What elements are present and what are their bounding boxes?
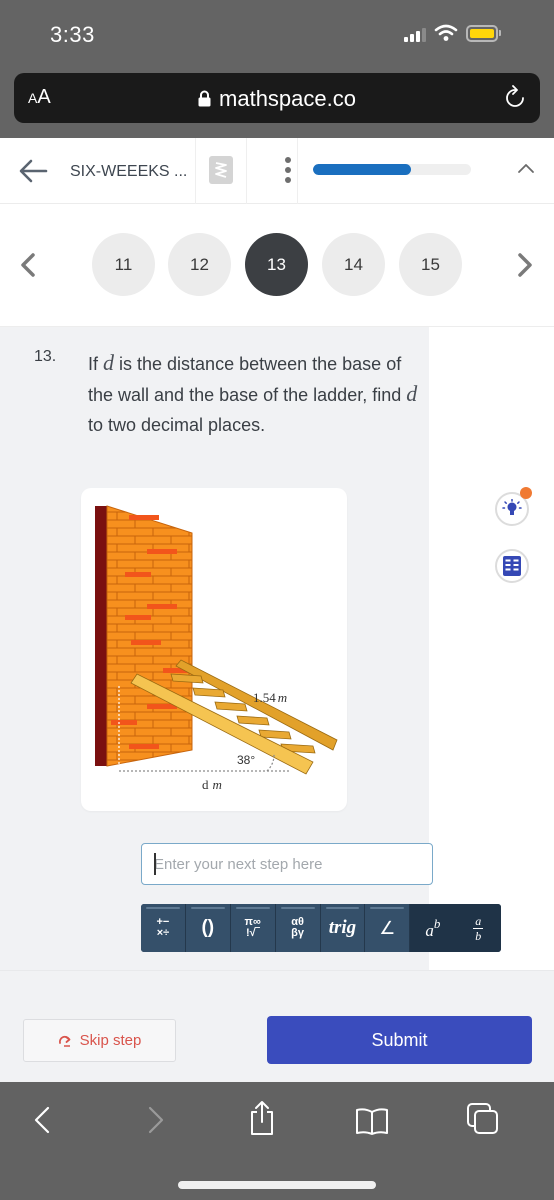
question-bubble-13[interactable]: 13 <box>245 233 308 296</box>
brick-wall <box>106 505 193 767</box>
share-icon[interactable] <box>248 1100 276 1136</box>
header-divider <box>246 138 247 204</box>
battery-icon <box>466 25 498 42</box>
angle-label: 38° <box>237 753 255 767</box>
variable-d: d <box>406 381 418 406</box>
question-number: 13. <box>34 348 57 365</box>
chevron-right-icon[interactable] <box>515 252 535 278</box>
keypad-constants-button[interactable]: π∞ !√‾ <box>230 904 276 952</box>
forward-icon[interactable] <box>146 1104 166 1136</box>
skip-step-label: Skip step <box>79 1032 142 1049</box>
lightbulb-icon <box>502 499 522 515</box>
cellular-signal-icon <box>404 28 426 42</box>
question-text: If d is the distance between the base of… <box>88 350 418 435</box>
tabs-icon[interactable] <box>466 1102 500 1136</box>
question-bubble-11[interactable]: 11 <box>92 233 155 296</box>
chevron-up-icon[interactable] <box>517 162 535 174</box>
lock-icon <box>198 90 211 107</box>
reload-icon[interactable] <box>504 85 526 109</box>
question-bubble-15[interactable]: 15 <box>399 233 462 296</box>
bookmarks-icon[interactable] <box>355 1106 389 1136</box>
course-title[interactable]: SIX-WEEEKS ... <box>70 163 187 181</box>
ladder-figure-card: 1.54 m 38° dm <box>81 488 347 811</box>
progress-bar <box>313 164 471 175</box>
keypad-trig-button[interactable]: trig <box>320 904 366 952</box>
battery-tip <box>499 30 501 36</box>
variable-d: d <box>103 350 115 375</box>
notebook-button[interactable] <box>495 549 529 583</box>
ladder-against-wall-illustration: 1.54 m 38° dm <box>95 505 338 792</box>
submit-button[interactable]: Submit <box>267 1016 532 1064</box>
mathspace-logo-icon[interactable] <box>209 156 233 184</box>
back-arrow-icon[interactable] <box>18 158 48 184</box>
address-bar[interactable]: AA mathspace.co <box>14 73 540 123</box>
keypad-operators-button[interactable]: +− ×÷ <box>141 904 186 952</box>
hint-badge <box>520 487 532 499</box>
skip-step-button[interactable]: Skip step <box>23 1019 176 1062</box>
keypad-fraction-button[interactable]: ab <box>455 904 501 952</box>
distance-label: dm <box>202 777 222 792</box>
keypad-angle-button[interactable]: ∠ <box>365 904 411 952</box>
more-vertical-icon[interactable] <box>284 157 292 183</box>
keypad-power-button[interactable]: ab <box>410 904 456 952</box>
status-time: 3:33 <box>50 22 95 47</box>
keypad-brackets-button[interactable]: () <box>185 904 231 952</box>
wall-edge <box>95 506 107 766</box>
ladder-length-label: 1.54 m <box>253 690 287 705</box>
answer-input[interactable] <box>141 843 433 885</box>
chevron-left-icon[interactable] <box>18 252 38 278</box>
text-caret <box>154 853 156 875</box>
url-display[interactable]: mathspace.co <box>14 86 540 112</box>
keypad-greek-button[interactable]: αθ βγ <box>275 904 321 952</box>
back-icon[interactable] <box>32 1104 52 1136</box>
skip-icon <box>58 1035 71 1047</box>
notebook-icon <box>503 556 521 576</box>
app-header: SIX-WEEEKS ... <box>0 138 554 204</box>
home-indicator[interactable] <box>178 1181 376 1189</box>
angle-icon: ∠ <box>379 917 396 938</box>
question-bubble-12[interactable]: 12 <box>168 233 231 296</box>
wifi-icon <box>434 24 458 41</box>
question-navigator: 11 12 13 14 15 <box>0 205 554 327</box>
math-keypad: +− ×÷ () π∞ !√‾ αθ βγ trig ∠ ab ab <box>141 904 501 952</box>
header-divider <box>195 138 196 204</box>
header-divider <box>297 138 298 204</box>
progress-fill <box>313 164 411 175</box>
browser-top-chrome: 3:33 AA mathspace.co <box>0 0 554 138</box>
question-bubble-14[interactable]: 14 <box>322 233 385 296</box>
url-text: mathspace.co <box>219 86 356 111</box>
